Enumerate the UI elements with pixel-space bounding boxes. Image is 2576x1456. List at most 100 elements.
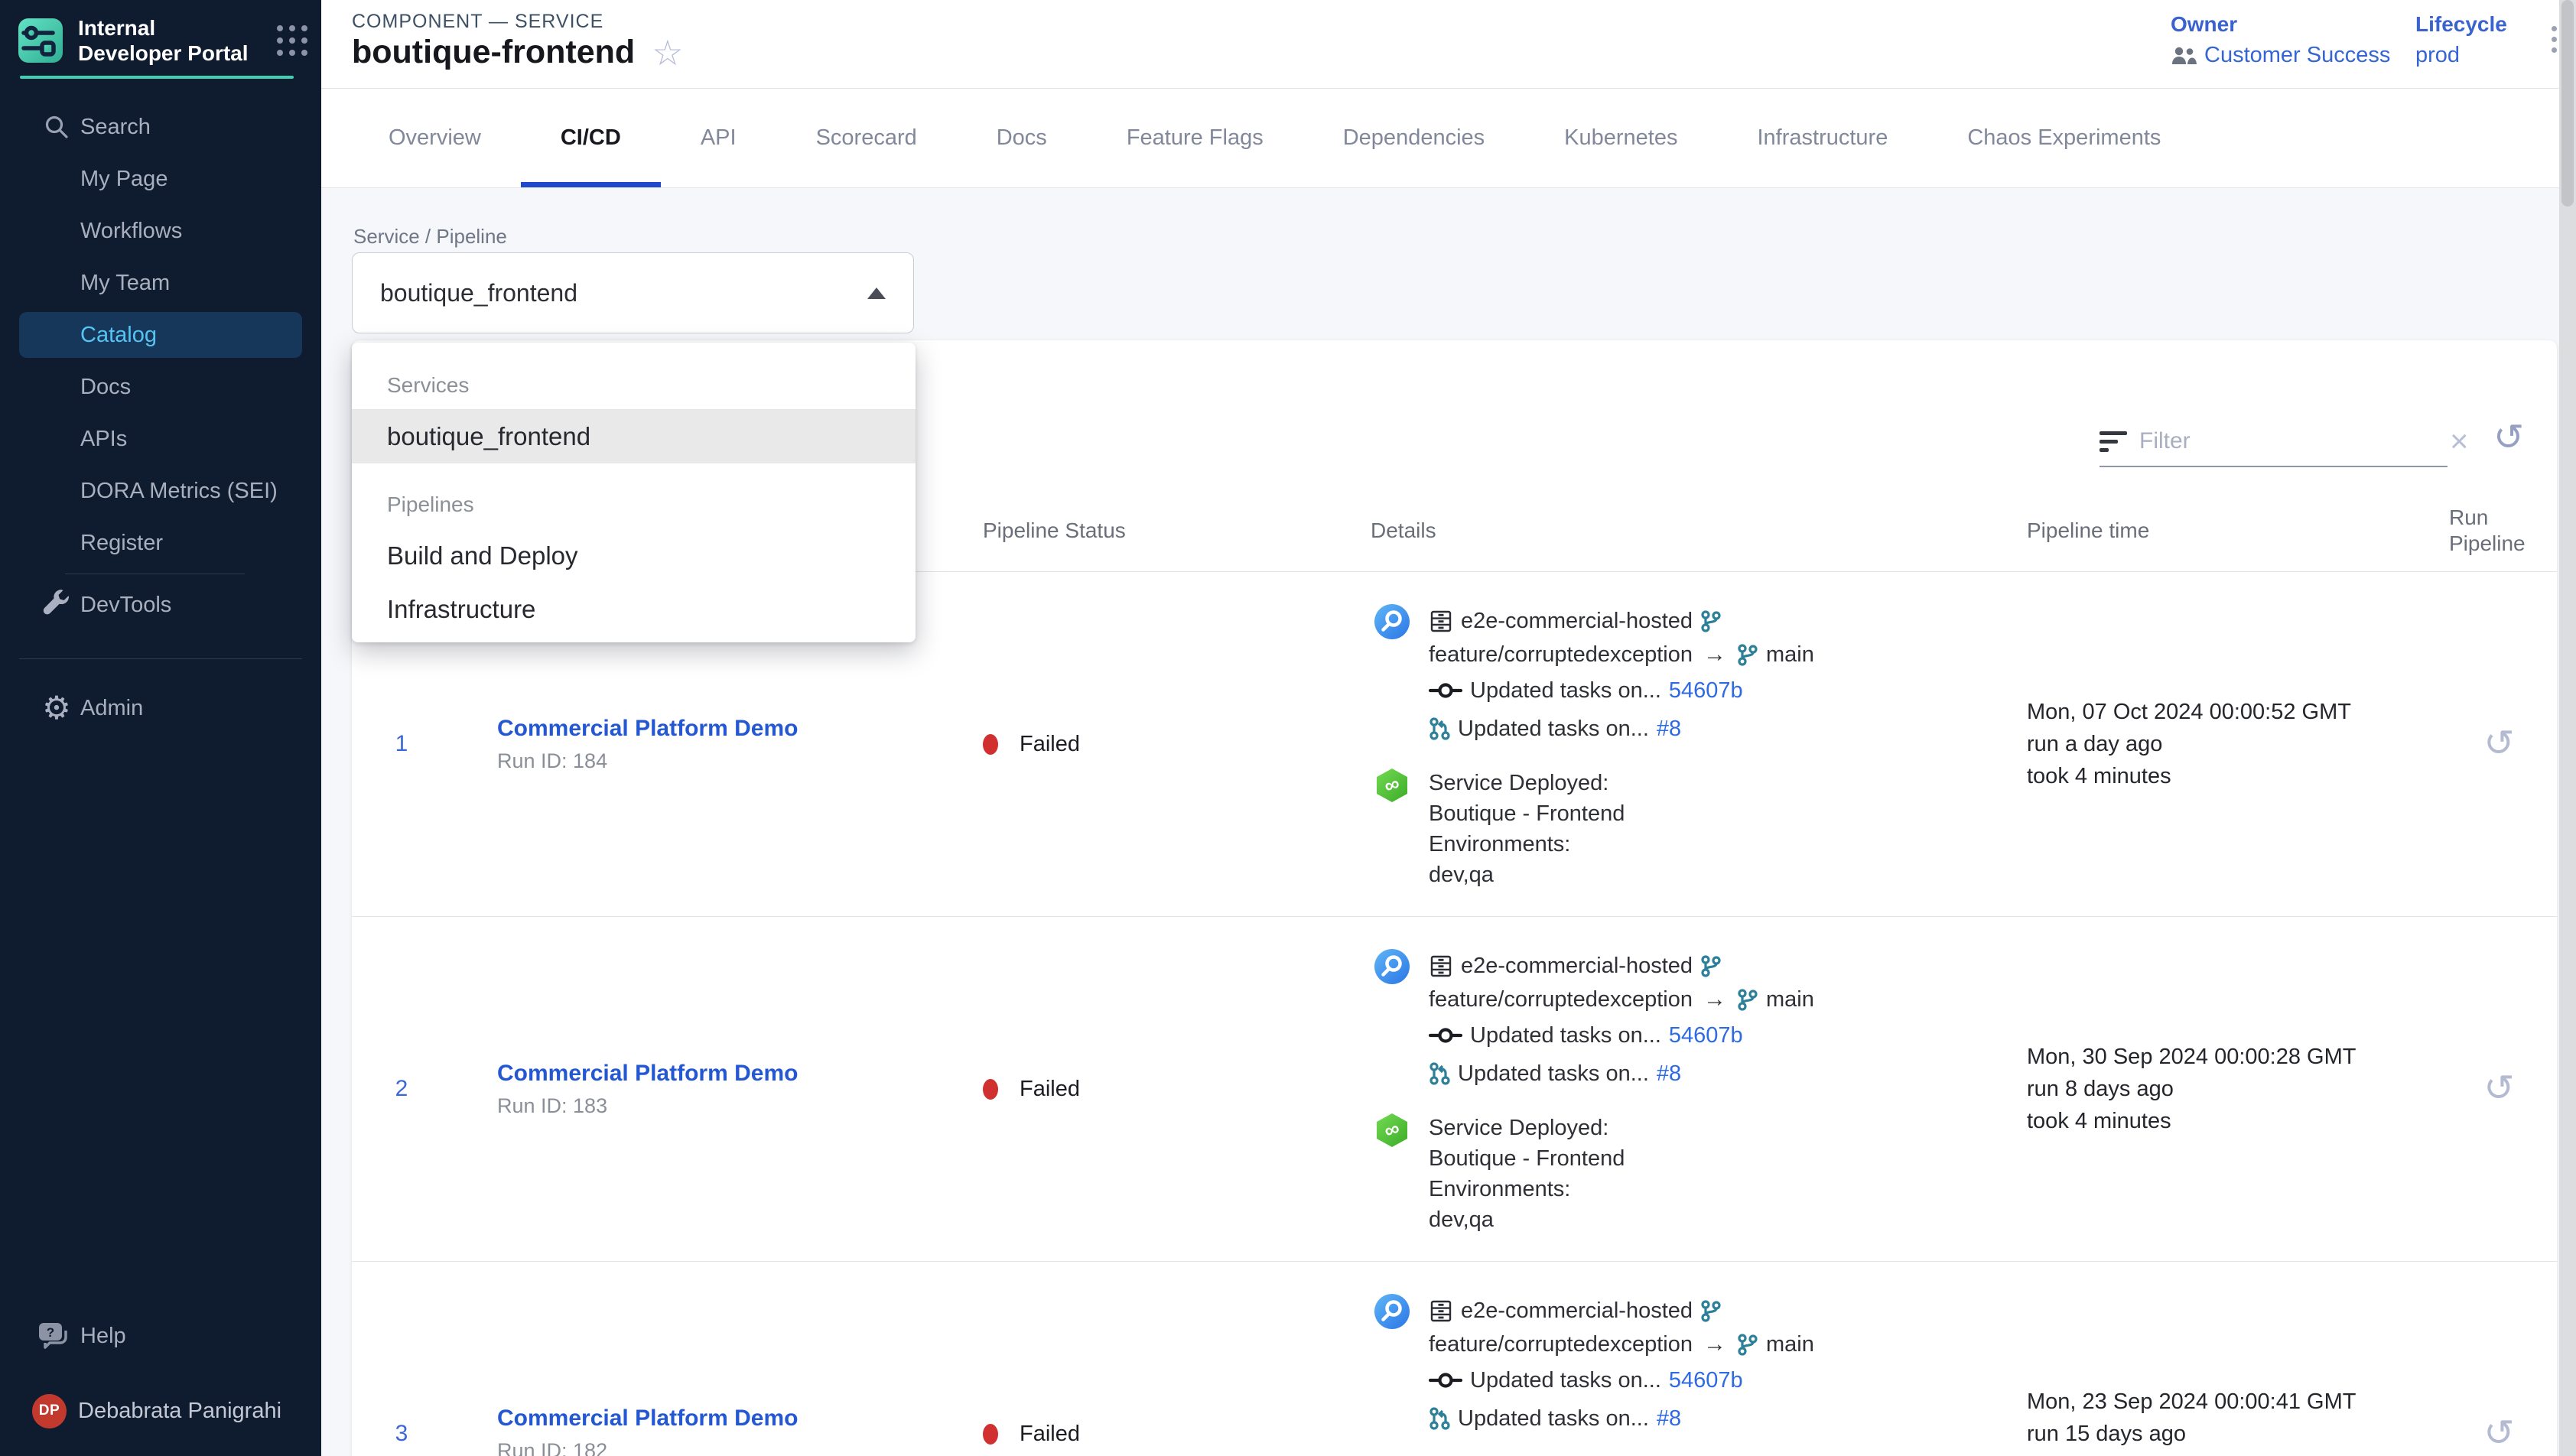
owner-link[interactable]: Customer Success xyxy=(2171,43,2390,68)
sidebar-item-workflows[interactable]: Workflows xyxy=(0,205,321,257)
branch-to: main xyxy=(1766,1332,1814,1357)
branch-from: feature/corruptedexception xyxy=(1429,987,1693,1012)
col-run-pipeline: Run Pipeline xyxy=(2441,505,2557,557)
sidebar-accent-divider xyxy=(20,76,294,79)
tab-scorecard[interactable]: Scorecard xyxy=(776,89,957,187)
sidebar-item-my-page[interactable]: My Page xyxy=(0,153,321,205)
commit-link[interactable]: 54607b xyxy=(1669,1368,1743,1393)
run-index: 1 xyxy=(352,731,451,757)
tab-kubernetes[interactable]: Kubernetes xyxy=(1524,89,1717,187)
clear-filter-icon[interactable]: × xyxy=(2447,425,2472,457)
entity-kicker: COMPONENT — SERVICE xyxy=(352,11,603,33)
filter-input[interactable] xyxy=(2139,428,2435,454)
tab-cicd[interactable]: CI/CD xyxy=(521,89,661,187)
git-branch-icon xyxy=(1737,1333,1758,1356)
deploy-line: Service Deployed: xyxy=(1429,1113,1625,1143)
status-cell: Failed xyxy=(969,1422,1355,1447)
menu-option-infrastructure[interactable]: Infrastructure xyxy=(352,583,916,636)
help-chat-icon: ? xyxy=(34,1321,73,1351)
table-row: 3 Commercial Platform Demo Run ID: 182 F… xyxy=(352,1262,2557,1456)
tab-dependencies[interactable]: Dependencies xyxy=(1303,89,1524,187)
repository-icon xyxy=(1429,1298,1453,1323)
repository-icon xyxy=(1429,609,1453,633)
deploy-line: dev,qa xyxy=(1429,860,1625,890)
people-icon xyxy=(2171,45,2197,66)
commit-link[interactable]: 54607b xyxy=(1669,678,1743,704)
sidebar-item-search[interactable]: Search xyxy=(0,101,321,153)
wrench-icon xyxy=(40,590,73,620)
user-menu[interactable]: DP Debabrata Panigrahi xyxy=(0,1385,321,1437)
pr-link[interactable]: #8 xyxy=(1657,1406,1681,1432)
filter-field[interactable]: × xyxy=(2100,417,2448,467)
col-pipeline-time: Pipeline time xyxy=(2013,518,2441,544)
repo-name: e2e-commercial-hosted xyxy=(1461,1298,1693,1324)
rerun-pipeline-icon[interactable]: ↺ xyxy=(2483,1415,2514,1452)
pipeline-link[interactable]: Commercial Platform Demo xyxy=(497,716,969,742)
ci-stage-icon xyxy=(1374,604,1410,748)
run-id: Run ID: 184 xyxy=(497,749,969,773)
commit-text: Updated tasks on... xyxy=(1470,1023,1661,1048)
deploy-line: Service Deployed: xyxy=(1429,768,1625,798)
details-cell: e2e-commercial-hosted xyxy=(1355,572,2013,916)
pr-text: Updated tasks on... xyxy=(1458,717,1649,742)
lifecycle-value: prod xyxy=(2415,43,2507,68)
page-title: boutique-frontend xyxy=(352,34,635,71)
repo-name: e2e-commercial-hosted xyxy=(1461,954,1693,979)
sidebar-item-help[interactable]: ? Help xyxy=(0,1310,321,1362)
ci-stage-icon xyxy=(1374,1294,1410,1438)
sidebar-item-docs[interactable]: Docs xyxy=(0,361,321,413)
branch-from: feature/corruptedexception xyxy=(1429,642,1693,668)
rerun-pipeline-icon[interactable]: ↺ xyxy=(2483,1071,2514,1107)
run-index: 3 xyxy=(352,1421,451,1447)
tab-feature-flags[interactable]: Feature Flags xyxy=(1087,89,1303,187)
app-logo-icon xyxy=(18,18,63,63)
caret-up-icon xyxy=(867,288,886,299)
pr-link[interactable]: #8 xyxy=(1657,717,1681,742)
pull-request-icon xyxy=(1429,1062,1450,1085)
branch-from: feature/corruptedexception xyxy=(1429,1332,1693,1357)
sidebar-item-devtools[interactable]: DevTools xyxy=(0,579,321,631)
tab-infrastructure[interactable]: Infrastructure xyxy=(1717,89,1927,187)
scrollbar-thumb[interactable] xyxy=(2561,0,2574,206)
run-ago: run a day ago xyxy=(2027,728,2441,760)
sidebar-item-admin[interactable]: ⚙ Admin xyxy=(0,682,321,734)
app-switcher-icon[interactable] xyxy=(277,25,307,56)
pipeline-select-label: Service / Pipeline xyxy=(353,225,507,249)
pr-link[interactable]: #8 xyxy=(1657,1061,1681,1087)
sidebar-item-register[interactable]: Register xyxy=(0,517,321,569)
pipeline-link[interactable]: Commercial Platform Demo xyxy=(497,1061,969,1087)
tab-overview[interactable]: Overview xyxy=(349,89,521,187)
tab-api[interactable]: API xyxy=(661,89,776,187)
pull-request-icon xyxy=(1429,1407,1450,1430)
commit-icon xyxy=(1429,1025,1462,1045)
pipeline-link[interactable]: Commercial Platform Demo xyxy=(497,1406,969,1432)
status-badge: Failed xyxy=(1020,732,1080,757)
tab-docs[interactable]: Docs xyxy=(957,89,1087,187)
sidebar-item-apis[interactable]: APIs xyxy=(0,413,321,465)
git-branch-icon xyxy=(1700,954,1722,977)
status-cell: Failed xyxy=(969,732,1355,757)
arrow-right-icon: → xyxy=(1703,642,1726,668)
rerun-pipeline-icon[interactable]: ↺ xyxy=(2483,726,2514,762)
run-index: 2 xyxy=(352,1076,451,1102)
git-branch-icon xyxy=(1737,988,1758,1011)
favorite-star-icon[interactable]: ☆ xyxy=(652,35,683,70)
deploy-line: Boutique - Frontend xyxy=(1429,1143,1625,1174)
pipeline-time-cell: Mon, 07 Oct 2024 00:00:52 GMT run a day … xyxy=(2013,696,2441,792)
run-timestamp: Mon, 07 Oct 2024 00:00:52 GMT xyxy=(2027,696,2441,728)
menu-option-boutique-frontend[interactable]: boutique_frontend xyxy=(352,410,916,463)
details-cell: e2e-commercial-hosted xyxy=(1355,1262,2013,1456)
main-area: COMPONENT — SERVICE boutique-frontend ☆ … xyxy=(321,0,2559,1456)
table-body: 1 Commercial Platform Demo Run ID: 184 F… xyxy=(352,572,2557,1456)
menu-option-build-and-deploy[interactable]: Build and Deploy xyxy=(352,529,916,583)
sidebar-item-dora-metrics[interactable]: DORA Metrics (SEI) xyxy=(0,465,321,517)
status-cell: Failed xyxy=(969,1077,1355,1102)
sidebar-item-catalog[interactable]: Catalog xyxy=(0,309,321,361)
vertical-scrollbar[interactable] xyxy=(2559,0,2576,1456)
sidebar-item-my-team[interactable]: My Team xyxy=(0,257,321,309)
pipeline-select[interactable]: boutique_frontend xyxy=(352,252,914,333)
tab-chaos-experiments[interactable]: Chaos Experiments xyxy=(1927,89,2200,187)
run-duration: took 4 minutes xyxy=(2027,760,2441,792)
commit-link[interactable]: 54607b xyxy=(1669,1023,1743,1048)
refresh-icon[interactable]: ↺ xyxy=(2493,420,2524,457)
